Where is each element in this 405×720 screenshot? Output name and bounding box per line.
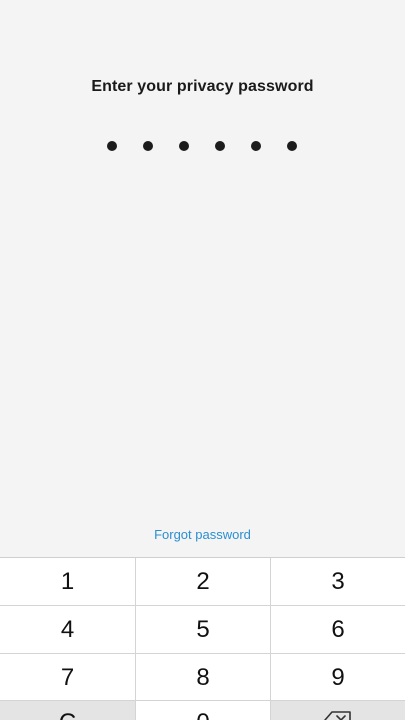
key-4[interactable]: 4 (0, 606, 135, 653)
numeric-keypad: 1 2 3 4 5 6 7 8 9 C 0 (0, 557, 405, 720)
password-prompt: Enter your privacy password (91, 78, 314, 95)
privacy-password-screen: Enter your privacy password Forgot passw… (0, 0, 405, 720)
password-dots (107, 141, 297, 152)
key-5[interactable]: 5 (136, 606, 270, 653)
key-3[interactable]: 3 (271, 558, 405, 605)
keypad-divider (135, 558, 136, 720)
key-9[interactable]: 9 (271, 654, 405, 701)
forgot-password-link[interactable]: Forgot password (0, 527, 405, 542)
key-7[interactable]: 7 (0, 654, 135, 701)
password-dot-6 (287, 141, 297, 151)
key-backspace[interactable] (271, 701, 405, 720)
key-clear[interactable]: C (0, 701, 135, 720)
keypad-divider (270, 558, 271, 720)
password-dot-4 (215, 141, 225, 151)
key-1[interactable]: 1 (0, 558, 135, 605)
key-6[interactable]: 6 (271, 606, 405, 653)
keypad-divider (0, 605, 405, 606)
keypad-divider (0, 700, 405, 701)
key-2[interactable]: 2 (136, 558, 270, 605)
keypad-divider (0, 653, 405, 654)
password-dot-1 (107, 141, 117, 151)
password-dot-5 (251, 141, 261, 151)
password-dot-2 (143, 141, 153, 151)
key-0[interactable]: 0 (136, 701, 270, 720)
password-dot-3 (179, 141, 189, 151)
key-8[interactable]: 8 (136, 654, 270, 701)
backspace-icon (324, 711, 351, 720)
